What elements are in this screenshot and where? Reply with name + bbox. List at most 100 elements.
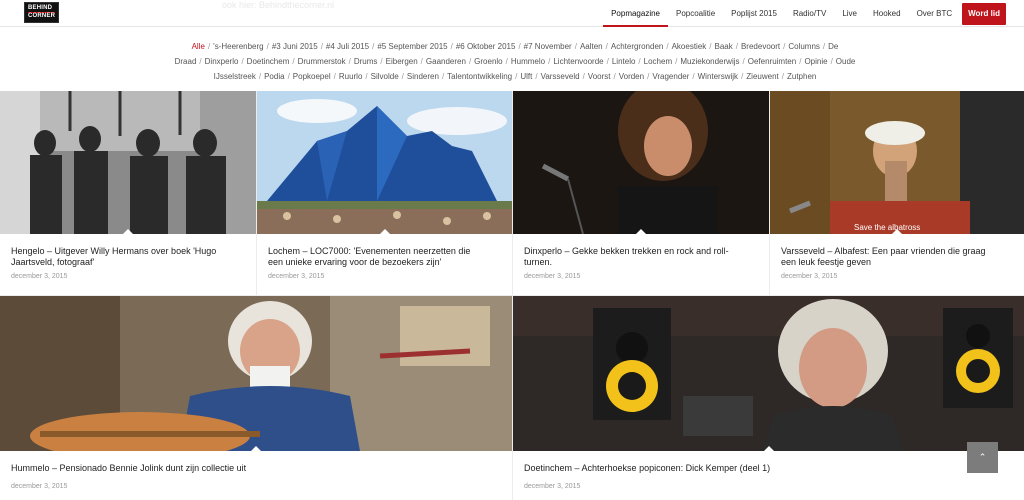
tag-filter-item[interactable]: Vorden [619, 72, 644, 81]
tag-separator: / [822, 42, 826, 51]
tag-separator: / [365, 72, 368, 81]
chevron-up-icon: ⌃ [978, 452, 987, 462]
nav-item-popmagazine[interactable]: Popmagazine [603, 0, 668, 27]
article-thumbnail: Save the albatross [770, 91, 1024, 234]
article-card[interactable]: Lochem – LOC7000: 'Evenementen neerzette… [257, 91, 512, 295]
article-date: december 3, 2015 [524, 273, 581, 280]
article-card[interactable]: Dinxperlo – Gekke bekken trekken en rock… [513, 91, 769, 295]
tag-filter-item[interactable]: Dinxperlo [205, 57, 239, 66]
tag-filter-item[interactable]: Doetinchem [247, 57, 290, 66]
tag-separator: / [709, 42, 712, 51]
tag-filter-item[interactable]: Vragender [652, 72, 689, 81]
tag-separator: / [675, 57, 678, 66]
nav-item-poplijst[interactable]: Poplijst 2015 [723, 0, 785, 27]
nav-item-hooked[interactable]: Hooked [865, 0, 909, 27]
tag-filter-item[interactable]: Ulft [520, 72, 532, 81]
article-card[interactable]: Doetinchem – Achterhoekse popiconen: Dic… [513, 296, 1024, 500]
tag-filter-item[interactable]: Zieuwent [746, 72, 778, 81]
tag-separator: / [199, 57, 202, 66]
article-card[interactable]: Hummelo – Pensionado Bennie Jolink dunt … [0, 296, 512, 500]
tag-separator: / [241, 57, 244, 66]
tag-filter-item[interactable]: Zutphen [787, 72, 816, 81]
article-title[interactable]: Hengelo – Uitgever Willy Hermans over bo… [11, 246, 216, 268]
tag-separator: / [468, 57, 472, 66]
article-title[interactable]: Doetinchem – Achterhoekse popiconen: Dic… [524, 463, 770, 474]
article-title[interactable]: Lochem – LOC7000: 'Evenementen neerzette… [268, 246, 470, 268]
tag-filter-item[interactable]: Baak [715, 42, 733, 51]
article-date: december 3, 2015 [524, 483, 581, 490]
tag-filter-item[interactable]: Oefenruimten [748, 57, 796, 66]
tag-filter-item[interactable]: Sinderen [407, 72, 439, 81]
tag-filter: Alle / 's-Heerenberg / #3 Juni 2015 / #4 Juli … [20, 39, 1010, 84]
tag-filter-item[interactable]: Voorst [588, 72, 611, 81]
tag-filter-item[interactable]: Opinie [804, 57, 827, 66]
tag-filter-item[interactable]: Ruurlo [339, 72, 363, 81]
tag-filter-item[interactable]: #4 Juli 2015 [326, 42, 369, 51]
tag-filter-item[interactable]: #7 November [524, 42, 572, 51]
tag-filter-item[interactable]: Bredevoort [741, 42, 780, 51]
tag-filter-item[interactable]: #3 Juni 2015 [272, 42, 318, 51]
tag-separator: / [666, 42, 669, 51]
tag-separator: / [450, 42, 453, 51]
tag-separator: / [333, 72, 336, 81]
tag-filter-item[interactable]: Winterswijk [698, 72, 738, 81]
scroll-to-top-button[interactable]: ⌃ [967, 442, 998, 473]
article-thumbnail [0, 91, 256, 234]
photo-sign-text: Save the albatross [854, 223, 921, 232]
tag-separator: / [420, 57, 423, 66]
tag-filter-item[interactable]: Drums [354, 57, 378, 66]
tag-separator: / [535, 72, 538, 81]
tag-separator: / [613, 72, 616, 81]
tag-filter-item[interactable]: Alle [192, 42, 205, 51]
site-logo[interactable]: BEHIND CORNER [24, 2, 59, 23]
nav-item-radio-tv[interactable]: Radio/TV [785, 0, 834, 27]
article-thumbnail [0, 296, 512, 451]
article-title[interactable]: Varsseveld – Albafest: Een paar vrienden… [781, 246, 985, 268]
nav-item-popcoalitie[interactable]: Popcoalitie [668, 0, 723, 27]
tag-filter-item[interactable]: Hummelo [511, 57, 545, 66]
tag-separator: / [606, 57, 609, 66]
article-date: december 3, 2015 [11, 483, 68, 490]
tag-separator: / [287, 72, 290, 81]
tag-filter-item[interactable]: Muziekonderwijs [680, 57, 739, 66]
tag-separator: / [515, 72, 518, 81]
tag-filter-item[interactable]: Akoestiek [672, 42, 707, 51]
article-card[interactable]: Save the albatross Varsseveld – Albafest… [770, 91, 1024, 295]
nav-item-live[interactable]: Live [834, 0, 865, 27]
tag-filter-item[interactable]: #5 September 2015 [377, 42, 447, 51]
tag-separator: / [548, 57, 551, 66]
article-card[interactable]: Hengelo – Uitgever Willy Hermans over bo… [0, 91, 256, 295]
logo-line1: BEHIND [28, 5, 53, 11]
tag-filter-item[interactable]: Lichtenvoorde [553, 57, 603, 66]
nav-item-over-btc[interactable]: Over BTC [909, 0, 961, 27]
tag-filter-item[interactable]: Lintelo [612, 57, 636, 66]
tag-separator: / [258, 72, 262, 81]
tag-separator: / [830, 57, 833, 66]
article-date: december 3, 2015 [781, 273, 838, 280]
grid-divider [769, 91, 770, 295]
tag-filter-item[interactable]: Gaanderen [426, 57, 466, 66]
tag-filter-item[interactable]: Achtergronden [611, 42, 663, 51]
tag-filter-item[interactable]: Aalten [580, 42, 603, 51]
main-nav: Popmagazine Popcoalitie Poplijst 2015 Ra… [603, 0, 1006, 27]
tag-separator: / [292, 57, 295, 66]
tag-filter-item[interactable]: Popkoepel [293, 72, 331, 81]
article-title[interactable]: Dinxperlo – Gekke bekken trekken en rock… [524, 246, 729, 268]
tag-filter-item[interactable]: Columns [788, 42, 820, 51]
tag-filter-item[interactable]: Drummerstok [298, 57, 346, 66]
tag-separator: / [582, 72, 585, 81]
tag-filter-item[interactable]: Silvolde [371, 72, 399, 81]
tag-filter-item[interactable]: Talentontwikkeling [447, 72, 512, 81]
tag-filter-item[interactable]: Lochem [644, 57, 672, 66]
tag-filter-item[interactable]: Varsseveld [541, 72, 580, 81]
tag-separator: / [380, 57, 383, 66]
tag-filter-item[interactable]: #6 Oktober 2015 [456, 42, 516, 51]
tag-separator: / [441, 72, 445, 81]
article-title[interactable]: Hummelo – Pensionado Bennie Jolink dunt … [11, 463, 246, 474]
tag-filter-item[interactable]: Podia [264, 72, 284, 81]
tag-filter-item[interactable]: 's-Heerenberg [213, 42, 263, 51]
tag-filter-item[interactable]: Groenlo [474, 57, 502, 66]
join-button[interactable]: Word lid [962, 2, 1006, 25]
tag-filter-item[interactable]: Eibergen [386, 57, 418, 66]
tag-separator: / [348, 57, 351, 66]
